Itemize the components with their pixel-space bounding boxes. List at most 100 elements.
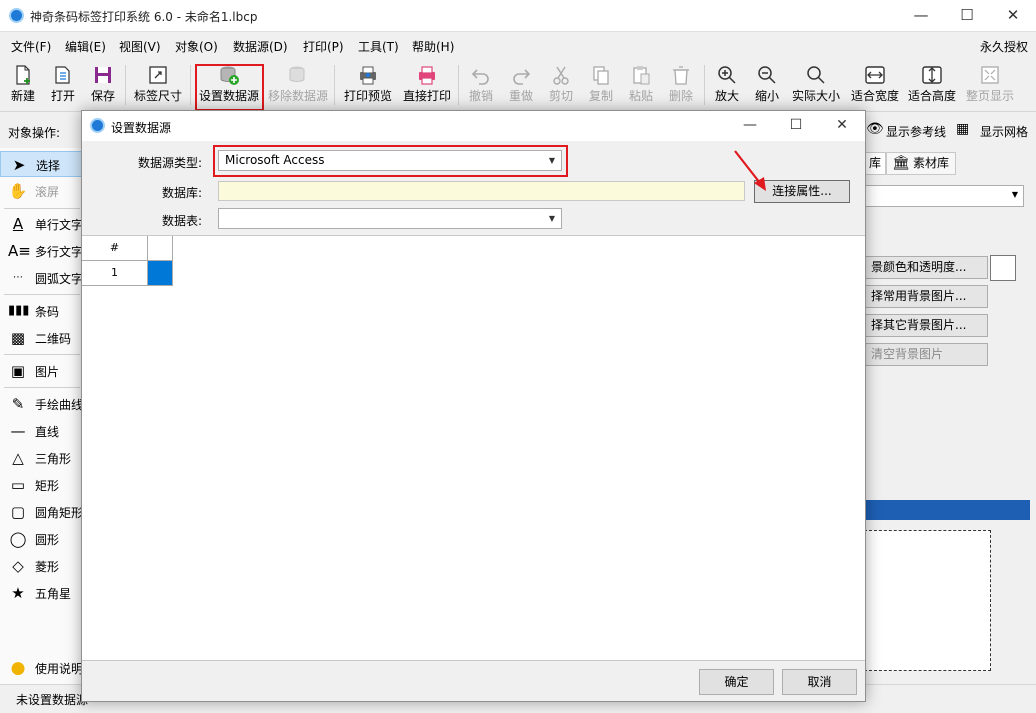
tool-triangle[interactable]: △ 三角形 [0, 445, 82, 471]
cut-button[interactable]: 剪切 [542, 61, 580, 111]
tab-material-library[interactable]: 🏛 素材库 [886, 152, 956, 175]
full-page-icon [981, 66, 999, 84]
tool-single-text[interactable]: A 单行文字 [0, 211, 82, 237]
full-page-button[interactable]: 整页显示 [962, 61, 1018, 111]
app-logo-icon [90, 118, 105, 133]
tool-star[interactable]: ★ 五角星 [0, 580, 82, 606]
common-bg-button[interactable]: 择常用背景图片... [864, 285, 988, 308]
tool-select[interactable]: ➤ 选择 [0, 151, 82, 177]
license-label: 永久授权 [980, 40, 1029, 54]
menu-object[interactable]: 对象(O) [175, 38, 218, 55]
clear-bg-button[interactable]: 清空背景图片 [864, 343, 988, 366]
help-item[interactable]: ● 使用说明 [0, 655, 82, 681]
cursor-icon: ➤ [12, 156, 26, 174]
save-button[interactable]: 保存 [84, 61, 122, 111]
redo-icon [513, 69, 531, 85]
hand-icon: ✋ [8, 182, 28, 200]
direct-print-button[interactable]: 直接打印 [400, 61, 454, 111]
dialog-title-bar: 设置数据源 — ☐ ✕ [82, 111, 865, 141]
menu-print[interactable]: 打印(P) [303, 38, 344, 55]
table-label: 数据表: [161, 214, 202, 228]
toolbar-separator [704, 65, 705, 105]
show-grid-toggle[interactable]: 显示网格 [980, 123, 1028, 140]
arrow-pointer-icon [734, 150, 766, 191]
fit-width-icon [865, 66, 885, 84]
separator [4, 387, 80, 388]
star-icon: ★ [11, 584, 25, 602]
maximize-button[interactable]: ☐ [944, 0, 990, 32]
database-field[interactable] [218, 181, 745, 201]
paste-button[interactable]: 粘贴 [622, 61, 660, 111]
datasource-type-select[interactable]: Microsoft Access ▼ [218, 150, 562, 171]
open-button[interactable]: 打开 [44, 61, 82, 111]
rounded-rect-icon: ▢ [10, 503, 26, 521]
undo-icon [471, 69, 489, 85]
tool-line[interactable]: — 直线 [0, 418, 82, 444]
other-bg-button[interactable]: 择其它背景图片... [864, 314, 988, 337]
printer-icon [419, 66, 435, 85]
tool-rounded-rect[interactable]: ▢ 圆角矩形 [0, 499, 82, 525]
tool-pan[interactable]: ✋ 滚屏 [0, 178, 82, 204]
copy-button[interactable]: 复制 [582, 61, 620, 111]
tool-freehand[interactable]: ✎ 手绘曲线 [0, 391, 82, 417]
tool-multi-text[interactable]: A≡ 多行文字 [0, 238, 82, 264]
tool-qrcode[interactable]: ▩ 二维码 [0, 325, 82, 351]
tool-image[interactable]: ▣ 图片 [0, 358, 82, 384]
bg-color-button[interactable]: 景颜色和透明度... [864, 256, 988, 279]
menu-file[interactable]: 文件(F) [11, 38, 51, 55]
toolbar-separator [125, 65, 126, 105]
menu-view[interactable]: 视图(V) [119, 38, 161, 55]
separator [4, 294, 80, 295]
window-title: 神奇条码标签打印系统 6.0 - 未命名1.lbcp [30, 10, 258, 24]
dialog-close-button[interactable]: ✕ [819, 111, 865, 141]
tab-library[interactable]: 库 [864, 152, 886, 175]
redo-button[interactable]: 重做 [502, 61, 540, 111]
menu-help[interactable]: 帮助(H) [412, 38, 454, 55]
tool-arc-text[interactable]: ⋯ 圆弧文字 [0, 265, 82, 291]
fit-width-button[interactable]: 适合宽度 [848, 61, 902, 111]
ok-button[interactable]: 确定 [699, 669, 774, 695]
actual-size-button[interactable]: 实际大小 [788, 61, 844, 111]
close-button[interactable]: ✕ [990, 0, 1036, 32]
color-swatch[interactable] [990, 255, 1016, 281]
circle-icon: ◯ [9, 530, 27, 548]
dialog-maximize-button[interactable]: ☐ [773, 111, 819, 141]
show-guides-toggle[interactable]: 显示参考线 [886, 123, 946, 140]
label-size-button[interactable]: 标签尺寸 [129, 61, 187, 111]
cancel-button[interactable]: 取消 [782, 669, 857, 695]
print-preview-icon [360, 66, 376, 85]
tool-rectangle[interactable]: ▭ 矩形 [0, 472, 82, 498]
label-size-icon [149, 66, 167, 84]
database-remove-icon [289, 66, 305, 82]
properties-combo[interactable]: ▼ [864, 185, 1024, 207]
menu-tools[interactable]: 工具(T) [358, 38, 399, 55]
grid-icon: ▦ [956, 121, 970, 137]
minimize-button[interactable]: — [898, 0, 944, 32]
tool-barcode[interactable]: ▮▮▮ 条码 [0, 298, 82, 324]
tool-diamond[interactable]: ◇ 菱形 [0, 553, 82, 579]
data-grid[interactable]: # 1 [82, 235, 865, 661]
table-select[interactable]: ▼ [218, 208, 562, 229]
zoom-out-button[interactable]: 缩小 [748, 61, 786, 111]
tool-ellipse[interactable]: ◯ 圆形 [0, 526, 82, 552]
chevron-down-icon: ▼ [1011, 190, 1018, 199]
toolbar: 新建 打开 保存 标签尺寸 设置数据源 移除数据源 打印预览 直接打印 撤销 重… [0, 59, 1036, 112]
rectangle-icon: ▭ [10, 476, 26, 494]
status-datasource: 未设置数据源 [16, 693, 89, 707]
menu-edit[interactable]: 编辑(E) [65, 38, 106, 55]
delete-button[interactable]: 删除 [662, 61, 700, 111]
fit-height-button[interactable]: 适合高度 [905, 61, 959, 111]
zoom-in-button[interactable]: 放大 [708, 61, 746, 111]
menu-datasource[interactable]: 数据源(D) [233, 38, 288, 55]
new-file-icon [16, 65, 30, 85]
actual-size-icon [807, 66, 825, 84]
remove-datasource-button[interactable]: 移除数据源 [266, 61, 330, 111]
save-icon [95, 67, 111, 83]
grid-header-cell [148, 236, 173, 261]
undo-button[interactable]: 撤销 [462, 61, 500, 111]
dialog-minimize-button[interactable]: — [727, 111, 773, 141]
new-button[interactable]: 新建 [4, 61, 42, 111]
print-preview-button[interactable]: 打印预览 [340, 61, 396, 111]
grid-selected-cell[interactable] [148, 261, 173, 286]
preview-area [864, 530, 991, 671]
